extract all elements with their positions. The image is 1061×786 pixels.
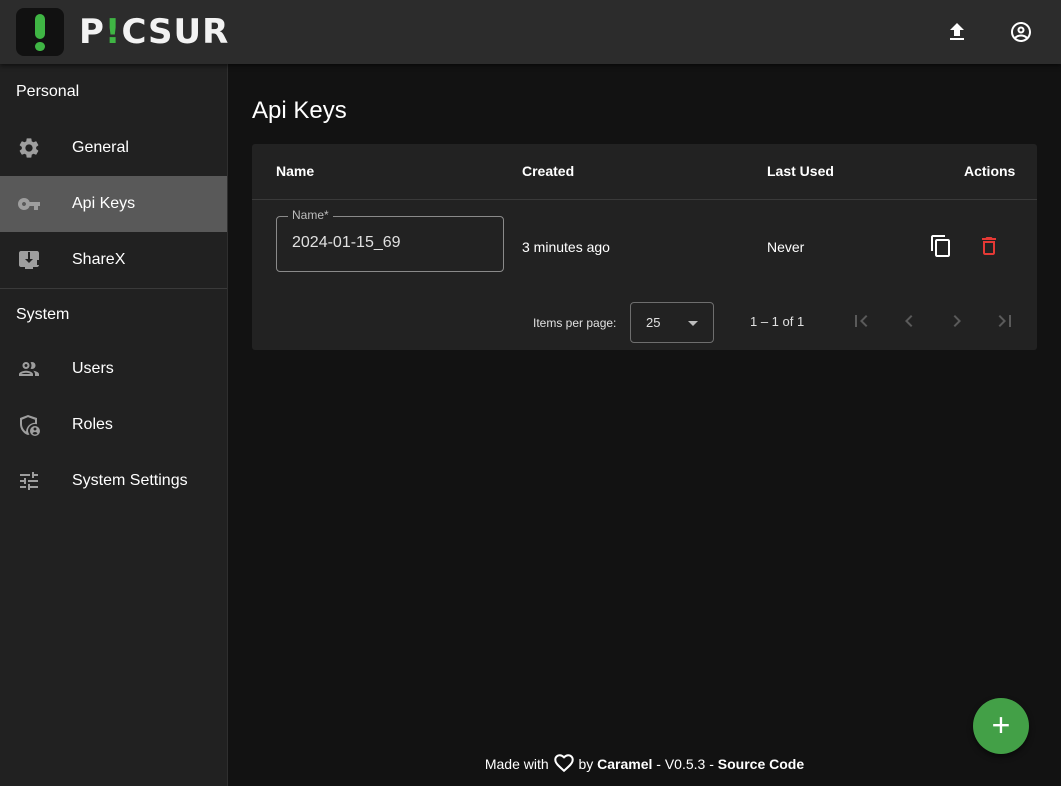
app-wordmark[interactable]: P! CSUR	[79, 12, 229, 52]
column-header-name: Name	[276, 163, 315, 179]
users-icon	[17, 357, 41, 381]
key-icon	[17, 192, 41, 216]
upload-button[interactable]	[941, 16, 973, 48]
column-header-last-used: Last Used	[767, 163, 834, 179]
created-cell: 3 minutes ago	[522, 239, 610, 255]
sidebar-header-system: System	[16, 306, 70, 323]
upload-icon	[950, 23, 964, 40]
wordmark-bang: !	[104, 12, 122, 52]
wordmark-prefix: P	[79, 12, 105, 52]
copy-icon	[931, 235, 950, 257]
page-range-label: 1 – 1 of 1	[750, 314, 805, 329]
delete-key-button[interactable]	[969, 226, 1009, 266]
account-button[interactable]	[1005, 16, 1037, 48]
tune-icon	[17, 469, 41, 493]
sidebar: Personal General Api Keys ShareX System …	[0, 64, 228, 786]
previous-page-button[interactable]	[897, 309, 921, 333]
monitor-download-icon	[17, 248, 41, 272]
chevron-right-icon	[953, 315, 961, 327]
page-size-value: 25	[646, 315, 661, 330]
next-page-button[interactable]	[945, 309, 969, 333]
logo-mark-dot	[35, 42, 45, 51]
footer-source-code-link[interactable]: Source Code	[718, 756, 804, 772]
dropdown-caret-icon	[688, 321, 698, 326]
page-title: Api Keys	[252, 97, 347, 124]
shield-account-icon	[17, 413, 41, 437]
sidebar-header-personal: Personal	[16, 83, 80, 100]
copy-key-button[interactable]	[921, 226, 961, 266]
first-page-button[interactable]	[849, 309, 873, 333]
sidebar-item-general[interactable]: General	[0, 120, 227, 176]
chevron-left-icon	[905, 315, 913, 327]
sidebar-item-label: General	[72, 139, 129, 156]
sidebar-item-label: Roles	[72, 416, 113, 433]
column-header-created: Created	[522, 163, 575, 179]
sidebar-item-users[interactable]: Users	[0, 341, 227, 397]
page-size-select[interactable]: 25	[630, 302, 714, 343]
logo-mark-bar	[35, 14, 45, 39]
sidebar-item-api-keys[interactable]: Api Keys	[0, 176, 227, 232]
sidebar-item-sharex[interactable]: ShareX	[0, 232, 227, 288]
column-header-actions: Actions	[964, 163, 1016, 179]
footer-made-with: Made with	[484, 756, 549, 772]
api-key-name-field[interactable]: Name*	[276, 208, 504, 272]
sidebar-item-roles[interactable]: Roles	[0, 397, 227, 453]
footer-author-link[interactable]: Caramel	[597, 756, 652, 772]
account-circle-icon	[1011, 22, 1031, 42]
gear-icon	[17, 136, 41, 160]
last-page-icon	[998, 315, 1011, 327]
footer-by: by	[578, 756, 594, 772]
sidebar-item-system-settings[interactable]: System Settings	[0, 453, 227, 509]
add-api-key-button[interactable]: +	[973, 698, 1029, 754]
name-field-label: Name*	[288, 208, 333, 222]
paginator: Items per page: 25 1 – 1 of 1	[252, 292, 1037, 350]
sidebar-item-label: Api Keys	[72, 195, 136, 212]
footer: Made with by Caramel - V0.5.3 - Source C…	[228, 752, 1061, 774]
top-app-bar: P! CSUR	[0, 0, 1061, 64]
items-per-page-label: Items per page:	[533, 316, 617, 330]
sidebar-item-label: ShareX	[72, 251, 126, 268]
sidebar-item-label: Users	[72, 360, 114, 377]
table-header-row: Name Created Last Used Actions	[252, 144, 1037, 200]
wordmark-suffix: CSUR	[121, 12, 230, 52]
sidebar-item-label: System Settings	[72, 472, 188, 489]
table-row: Name* 3 minutes ago Never	[252, 200, 1037, 292]
api-keys-table-card: Name Created Last Used Actions Name* 3 m…	[252, 144, 1037, 350]
last-page-button[interactable]	[993, 309, 1017, 333]
heart-icon	[553, 752, 575, 774]
plus-icon: +	[991, 706, 1011, 743]
footer-version: - V0.5.3 -	[656, 756, 714, 772]
picsur-logo[interactable]	[16, 8, 64, 56]
last-used-cell: Never	[767, 239, 805, 255]
name-input[interactable]	[292, 234, 492, 252]
trash-icon	[982, 237, 996, 255]
first-page-icon	[855, 315, 868, 327]
